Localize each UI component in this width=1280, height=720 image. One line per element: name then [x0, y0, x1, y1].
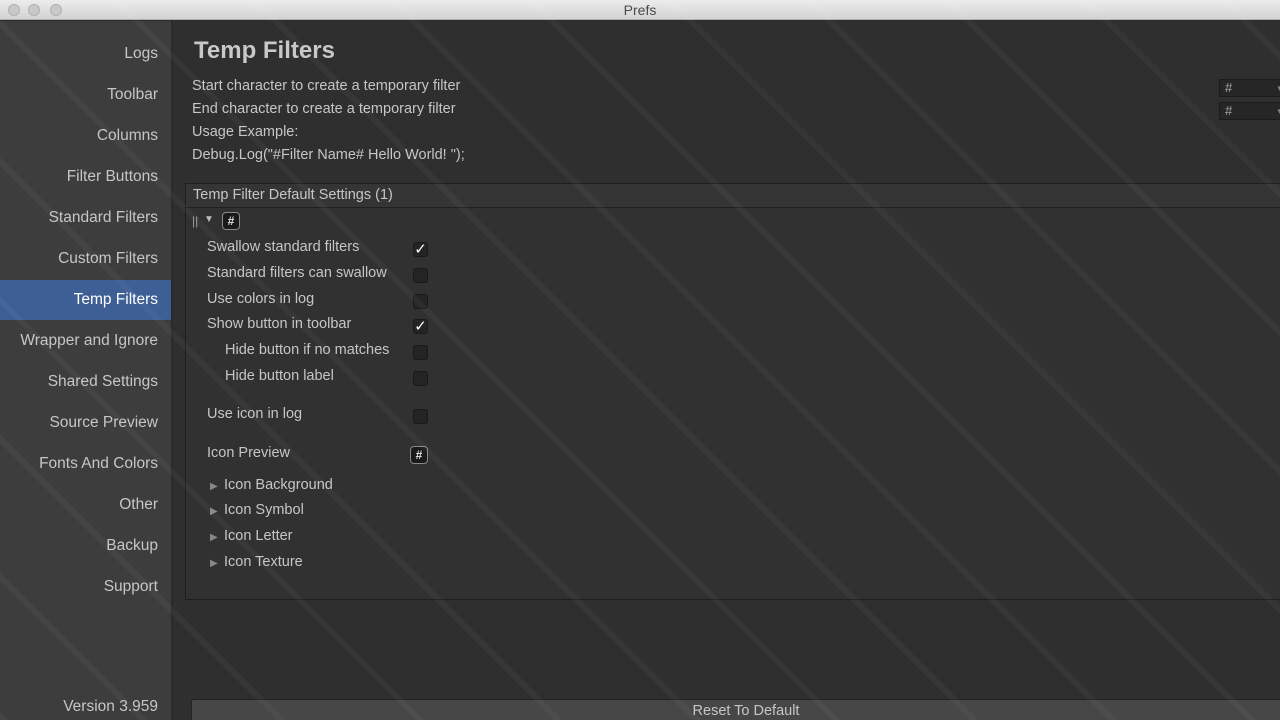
sidebar-item-custom-filters[interactable]: Custom Filters: [0, 239, 171, 279]
start-char-field[interactable]: # ▾: [1219, 79, 1280, 97]
version-label: Version 3.959: [63, 698, 158, 715]
dropdown-arrow-icon[interactable]: ▼: [204, 214, 214, 225]
foldout-icon-letter[interactable]: ▶ Icon Letter: [210, 528, 293, 544]
end-char-value: #: [1225, 103, 1233, 118]
end-char-field[interactable]: # ▾: [1219, 102, 1280, 120]
option-label-hide-no-matches: Hide button if no matches: [225, 342, 390, 358]
sidebar-item-other[interactable]: Other: [0, 485, 171, 525]
sidebar-item-logs[interactable]: Logs: [0, 34, 171, 74]
sidebar-item-support[interactable]: Support: [0, 567, 171, 607]
foldout-label: Icon Letter: [224, 528, 293, 544]
sidebar-item-fonts-and-colors[interactable]: Fonts And Colors: [0, 444, 171, 484]
temp-filter-settings-panel: Temp Filter Default Settings (1) || ▼ # …: [185, 183, 1280, 600]
option-label-swallow-standard: Swallow standard filters: [207, 239, 360, 255]
sidebar-item-wrapper-and-ignore[interactable]: Wrapper and Ignore: [0, 321, 171, 361]
sidebar-item-toolbar[interactable]: Toolbar: [0, 75, 171, 115]
sidebar-item-temp-filters[interactable]: Temp Filters: [0, 280, 171, 320]
option-label-show-button: Show button in toolbar: [207, 316, 352, 332]
checkbox-swallow-standard[interactable]: ✓: [413, 242, 428, 257]
sidebar-item-standard-filters[interactable]: Standard Filters: [0, 198, 171, 238]
sidebar-item-filter-buttons[interactable]: Filter Buttons: [0, 157, 171, 197]
option-label-use-icon: Use icon in log: [207, 406, 303, 422]
icon-preview-hash-icon: #: [410, 446, 428, 464]
reset-to-default-button[interactable]: Reset To Default: [191, 699, 1280, 720]
foldout-icon-texture[interactable]: ▶ Icon Texture: [210, 554, 303, 570]
grip-icon[interactable]: ||: [192, 214, 198, 228]
checkbox-use-icon[interactable]: [413, 409, 428, 424]
icon-preview-label: Icon Preview: [207, 445, 291, 461]
panel-header: Temp Filter Default Settings (1): [186, 184, 1280, 208]
sidebar-item-source-preview[interactable]: Source Preview: [0, 403, 171, 443]
checkbox-hide-no-matches[interactable]: [413, 345, 428, 360]
foldout-label: Icon Symbol: [224, 502, 304, 518]
page-title: Temp Filters: [194, 37, 335, 64]
checkbox-show-button[interactable]: ✓: [413, 319, 428, 334]
checkbox-standard-can-swallow[interactable]: [413, 268, 428, 283]
option-label-hide-label: Hide button label: [225, 368, 334, 384]
triangle-right-icon: ▶: [210, 532, 218, 543]
sidebar: Logs Toolbar Columns Filter Buttons Stan…: [0, 21, 172, 720]
window-titlebar: Prefs: [0, 0, 1280, 20]
window-title: Prefs: [623, 2, 657, 18]
end-char-label: End character to create a temporary filt…: [192, 101, 456, 117]
triangle-right-icon: ▶: [210, 481, 218, 492]
triangle-right-icon: ▶: [210, 506, 218, 517]
foldout-icon-symbol[interactable]: ▶ Icon Symbol: [210, 502, 304, 518]
start-char-value: #: [1225, 80, 1233, 95]
option-label-standard-can-swallow: Standard filters can swallow: [207, 265, 387, 281]
usage-label: Usage Example:: [192, 124, 299, 140]
sidebar-item-backup[interactable]: Backup: [0, 526, 171, 566]
hash-filter-icon[interactable]: #: [222, 212, 240, 230]
checkbox-hide-label[interactable]: [413, 371, 428, 386]
foldout-icon-background[interactable]: ▶ Icon Background: [210, 477, 333, 493]
foldout-label: Icon Background: [224, 477, 333, 493]
start-char-label: Start character to create a temporary fi…: [192, 78, 461, 94]
triangle-right-icon: ▶: [210, 558, 218, 569]
sidebar-item-columns[interactable]: Columns: [0, 116, 171, 156]
option-label-use-colors: Use colors in log: [207, 291, 315, 307]
foldout-label: Icon Texture: [224, 554, 303, 570]
sidebar-item-shared-settings[interactable]: Shared Settings: [0, 362, 171, 402]
main-panel: Temp Filters Start character to create a…: [173, 21, 1280, 720]
checkbox-use-colors[interactable]: [413, 294, 428, 309]
usage-example: Debug.Log("#Filter Name# Hello World! ")…: [192, 147, 465, 163]
